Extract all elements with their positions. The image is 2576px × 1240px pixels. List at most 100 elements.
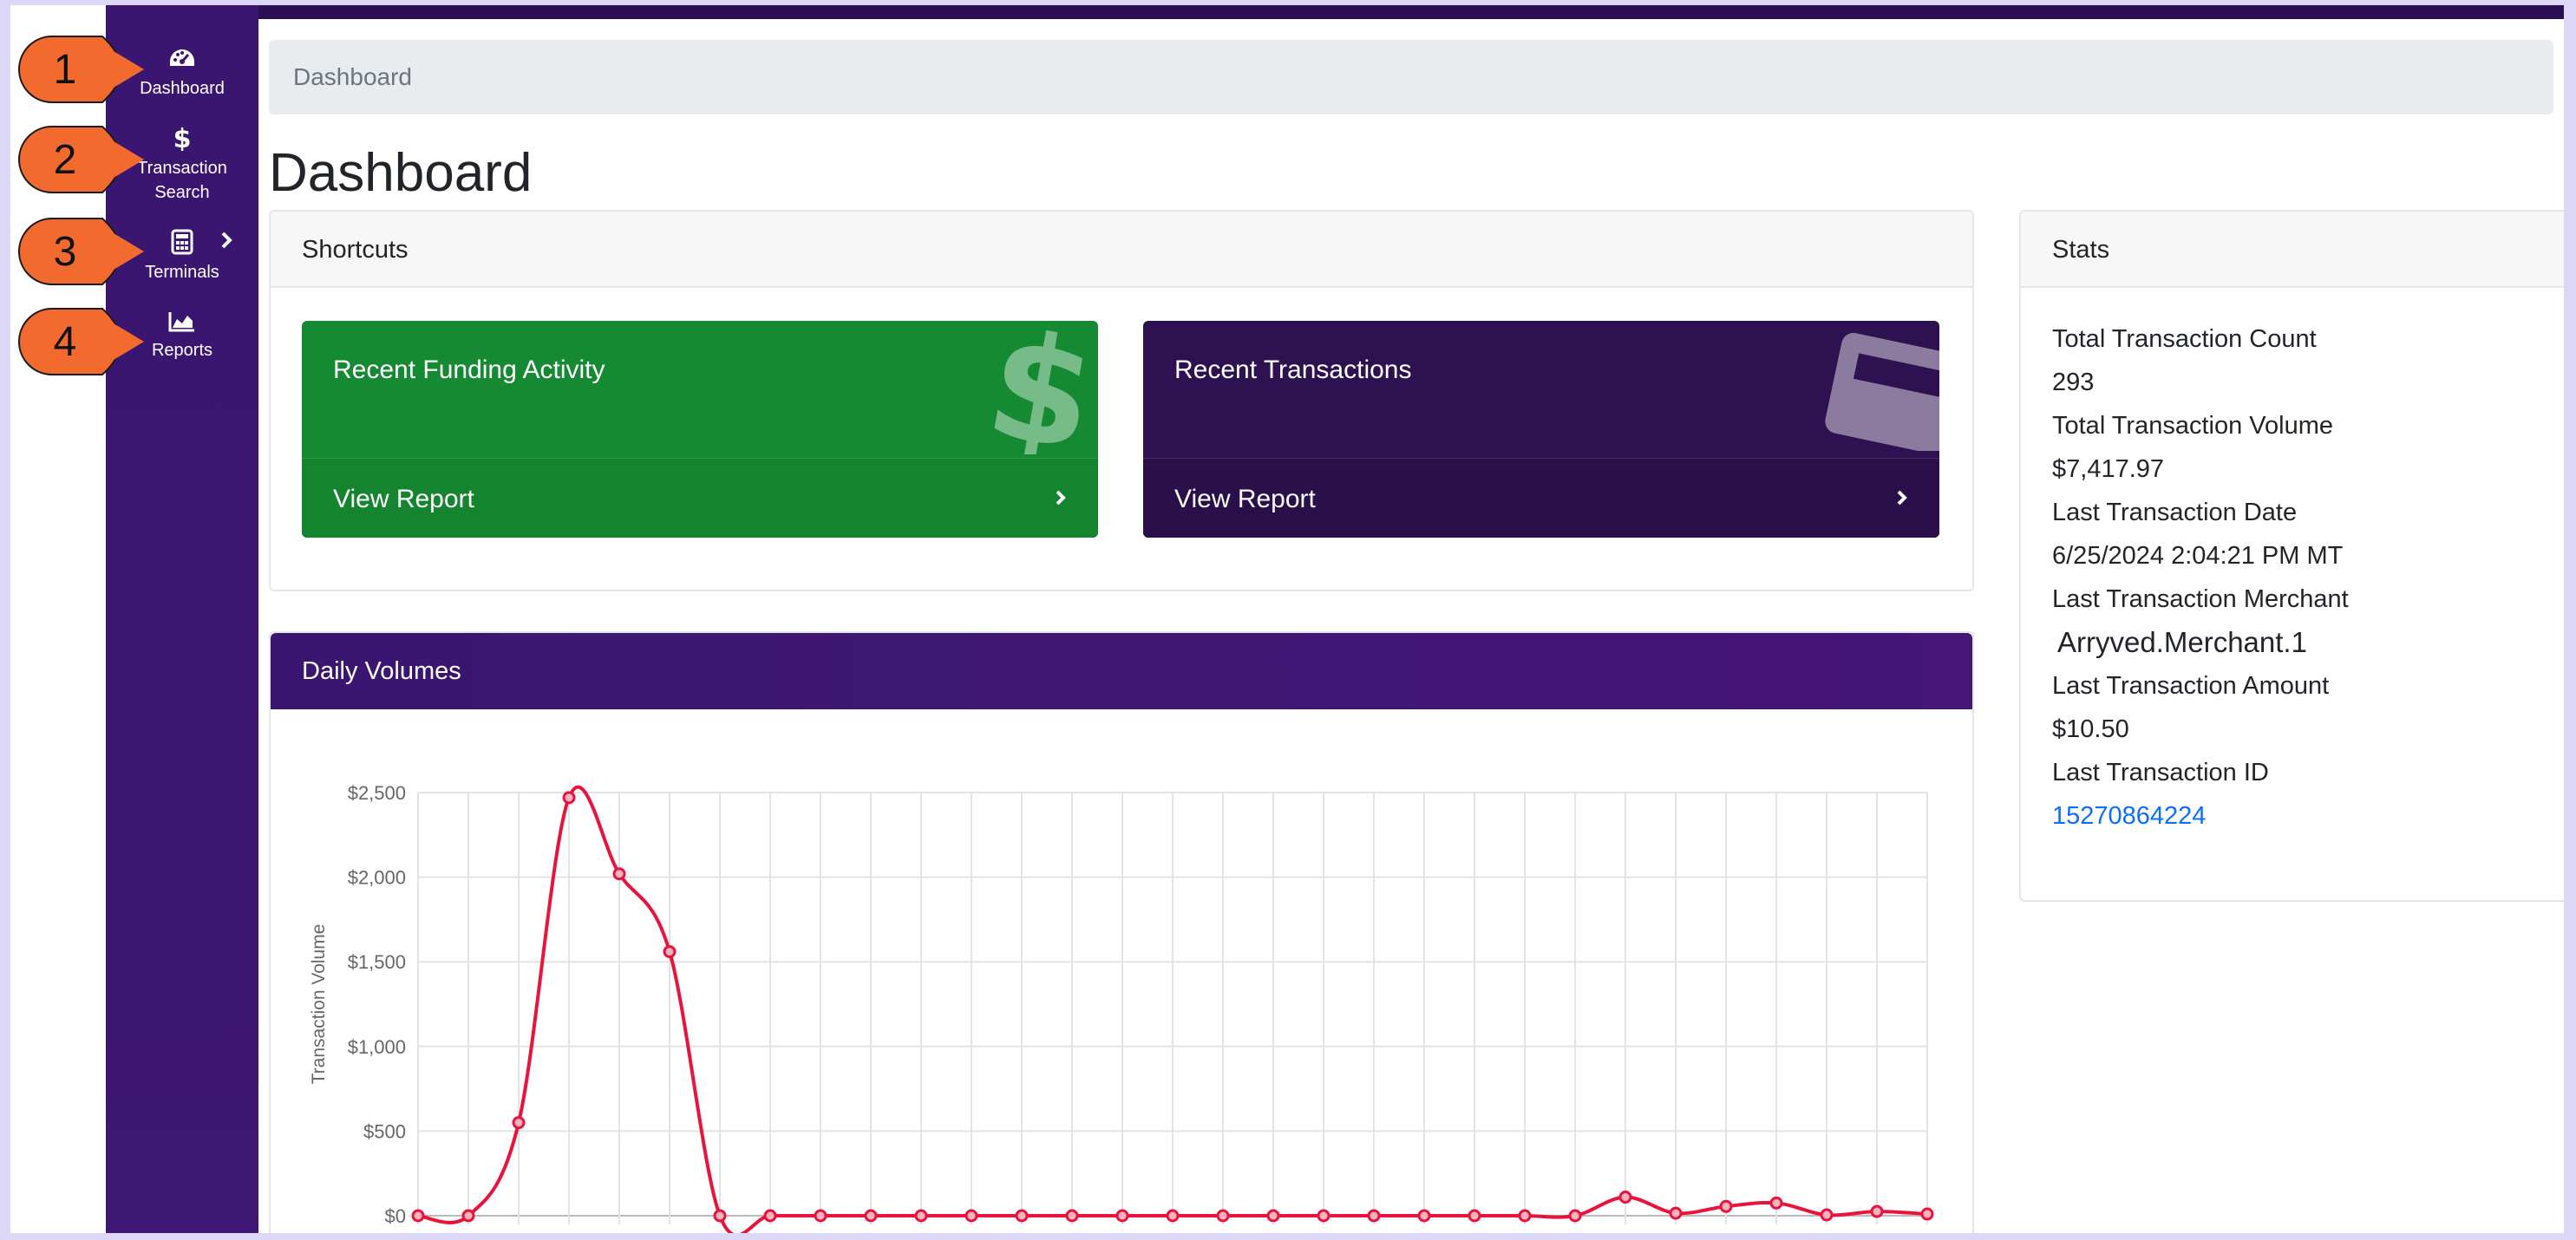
data-point	[864, 1209, 878, 1223]
data-point	[411, 1209, 425, 1223]
stat-label: Total Transaction Volume	[2052, 412, 2334, 440]
x-tick-label: 12	[1196, 1230, 1226, 1233]
sidebar-item-label: Dashboard	[140, 79, 225, 98]
x-tick-label: 07	[945, 1230, 974, 1233]
data-point	[964, 1209, 978, 1223]
data-point	[1568, 1209, 1582, 1223]
data-point	[1367, 1209, 1381, 1223]
x-tick-label: 31	[592, 1230, 622, 1233]
recent-transactions-tile[interactable]: Recent Transactions View Report	[1143, 321, 1939, 538]
callout-4: 4	[17, 307, 147, 376]
x-tick-label: 26	[1900, 1230, 1930, 1233]
data-point	[1065, 1209, 1079, 1223]
y-tick-label: $0	[385, 1205, 406, 1227]
data-point	[1618, 1191, 1632, 1204]
data-point	[1820, 1208, 1834, 1222]
stat-label: Last Transaction Date	[2052, 499, 2298, 526]
view-report-link[interactable]: View Report	[333, 485, 474, 514]
x-tick-label: 21	[1649, 1230, 1678, 1233]
data-point	[1417, 1209, 1431, 1223]
daily-volumes-chart: $0 $500 $1,000 $1,500 $2,000 $2,500 27 28 29 30 31…	[309, 782, 1934, 1233]
sidebar-item-label: Terminals	[145, 263, 219, 282]
top-border	[106, 5, 2564, 19]
svg-text:$: $	[989, 324, 1084, 454]
last-transaction-id-link[interactable]: 15270864224	[2052, 794, 2533, 838]
y-tick-label: $2,500	[348, 782, 406, 804]
y-tick-label: $500	[363, 1120, 406, 1142]
stat-value: $10.50	[2052, 715, 2129, 743]
stats-body: Total Transaction Count 293 Total Transa…	[2021, 288, 2564, 867]
daily-volumes-card: Daily Volumes $0 $500 $1,000 $1,500 $2,000 $2…	[269, 631, 1974, 1233]
data-point	[1468, 1209, 1481, 1223]
x-tick-label: 20	[1599, 1230, 1628, 1233]
data-point	[1719, 1199, 1733, 1213]
x-tick-label: 05	[844, 1230, 873, 1233]
chevron-right-icon	[1897, 490, 1907, 506]
data-point	[461, 1209, 475, 1223]
shortcuts-card: Shortcuts $ Recent Funding Activity View…	[269, 210, 1974, 591]
x-tick-label: 16	[1397, 1230, 1427, 1233]
callout-1: 1	[17, 35, 147, 104]
data-point	[1669, 1206, 1683, 1220]
x-tick-label: 27	[391, 1230, 421, 1233]
data-point	[663, 944, 677, 958]
credit-card-icon	[1825, 332, 1939, 451]
x-tick-label: 06	[894, 1230, 924, 1233]
callout-number: 2	[53, 136, 77, 183]
data-point	[1266, 1209, 1280, 1223]
data-point	[814, 1209, 827, 1223]
x-tick-label: 24	[1800, 1230, 1829, 1233]
shortcuts-card-header: Shortcuts	[271, 212, 1972, 288]
page-title: Dashboard	[269, 143, 533, 203]
stat-value: Arryved.Merchant.1	[2057, 626, 2307, 658]
daily-volumes-card-header: Daily Volumes	[271, 633, 1972, 709]
view-report-link[interactable]: View Report	[1174, 485, 1316, 514]
x-tick-label: 02	[693, 1230, 722, 1233]
data-point	[1166, 1209, 1180, 1223]
dollar-icon: $	[989, 324, 1084, 454]
stat-label: Last Transaction ID	[2052, 759, 2269, 786]
data-point	[612, 867, 626, 881]
data-point	[1015, 1209, 1029, 1223]
stat-label: Last Transaction Amount	[2052, 672, 2330, 700]
data-point	[713, 1209, 727, 1223]
data-point	[1115, 1209, 1129, 1223]
x-tick-label: 13	[1246, 1230, 1276, 1233]
callout-number: 3	[53, 228, 77, 275]
data-point	[1769, 1196, 1783, 1210]
x-tick-label: 30	[542, 1230, 572, 1233]
data-point	[1317, 1209, 1330, 1223]
y-axis-label: Transaction Volume	[309, 924, 329, 1085]
breadcrumb[interactable]: Dashboard	[269, 40, 2553, 114]
tachometer-icon	[170, 49, 194, 66]
stat-value: 293	[2052, 369, 2095, 396]
data-point	[1870, 1204, 1884, 1218]
x-tick-label: 10	[1095, 1230, 1125, 1233]
x-tick-label: 17	[1448, 1230, 1477, 1233]
stat-value: 6/25/2024 2:04:21 PM MT	[2052, 542, 2344, 570]
x-tick-label: 23	[1749, 1230, 1779, 1233]
sidebar-item-label: Reports	[151, 341, 213, 360]
recent-funding-activity-tile[interactable]: $ Recent Funding Activity View Report	[302, 321, 1098, 538]
callout-3: 3	[17, 217, 147, 286]
tile-footer[interactable]: View Report	[302, 458, 1098, 538]
stat-value: $7,417.97	[2052, 455, 2165, 483]
calculator-icon	[171, 229, 193, 255]
tile-footer[interactable]: View Report	[1143, 458, 1939, 538]
stat-label: Total Transaction Count	[2052, 325, 2317, 353]
area-chart-icon	[168, 312, 194, 332]
y-tick-label: $2,000	[348, 867, 406, 889]
dollar-icon: $	[173, 125, 192, 151]
y-tick-label: $1,500	[348, 951, 406, 973]
data-point	[1216, 1209, 1230, 1223]
x-tick-label: 18	[1498, 1230, 1527, 1233]
x-tick-label: 11	[1147, 1230, 1174, 1233]
x-tick-label: 28	[441, 1230, 471, 1233]
chevron-right-icon	[221, 232, 232, 249]
callout-number: 1	[53, 46, 77, 93]
x-tick-label: 29	[492, 1230, 521, 1233]
app-window: Dashboard $ Transaction Search Terminals	[10, 5, 2564, 1233]
data-point	[1518, 1209, 1532, 1223]
data-point	[512, 1116, 526, 1130]
callout-number: 4	[53, 318, 77, 365]
